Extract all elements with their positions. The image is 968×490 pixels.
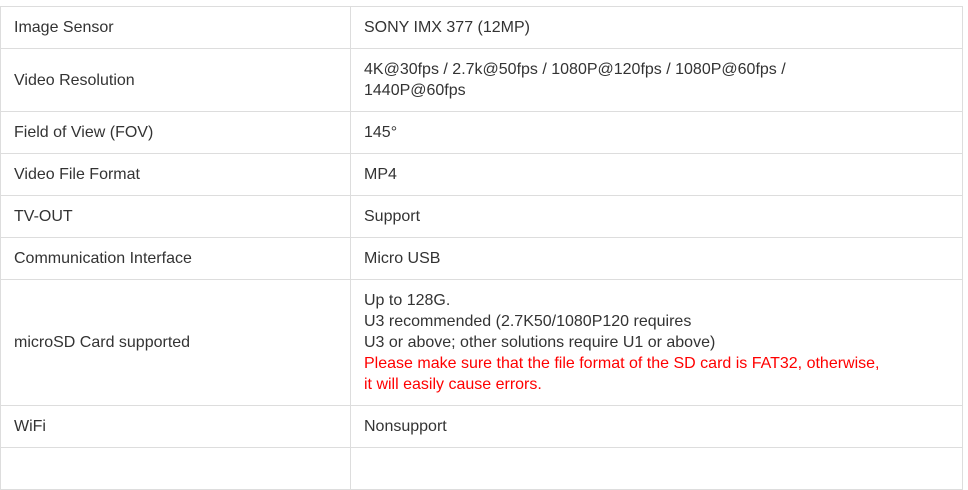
spec-label: Image Sensor (0, 6, 351, 49)
spec-label: microSD Card supported (0, 279, 351, 406)
table-row (0, 447, 963, 490)
spec-label: Video Resolution (0, 48, 351, 112)
table-row: Video Resolution 4K@30fps / 2.7k@50fps /… (0, 48, 963, 112)
spec-label: Field of View (FOV) (0, 111, 351, 154)
spec-label (0, 447, 351, 490)
sd-card-warning-text: Please make sure that the file format of… (364, 355, 880, 372)
spec-value-line: Up to 128G. (364, 292, 451, 309)
table-row: Video File Format MP4 (0, 153, 963, 196)
specifications-table: Image Sensor SONY IMX 377 (12MP) Video R… (0, 6, 963, 490)
spec-value-line: U3 recommended (2.7K50/1080P120 requires (364, 313, 692, 330)
spec-value (350, 447, 963, 490)
table-row: Communication Interface Micro USB (0, 237, 963, 280)
spec-label: WiFi (0, 405, 351, 448)
spec-value-line: 4K@30fps / 2.7k@50fps / 1080P@120fps / 1… (364, 61, 786, 78)
spec-value: 145° (350, 111, 963, 154)
spec-value-line: U3 or above; other solutions require U1 … (364, 334, 716, 351)
spec-value: 4K@30fps / 2.7k@50fps / 1080P@120fps / 1… (350, 48, 963, 112)
table-row: Image Sensor SONY IMX 377 (12MP) (0, 6, 963, 49)
table-row: microSD Card supported Up to 128G. U3 re… (0, 279, 963, 406)
spec-value: Micro USB (350, 237, 963, 280)
spec-value-line: 1440P@60fps (364, 82, 466, 99)
spec-value: MP4 (350, 153, 963, 196)
table-row: Field of View (FOV) 145° (0, 111, 963, 154)
spec-value: Support (350, 195, 963, 238)
spec-value: Nonsupport (350, 405, 963, 448)
spec-label: Video File Format (0, 153, 351, 196)
table-row: WiFi Nonsupport (0, 405, 963, 448)
spec-value: SONY IMX 377 (12MP) (350, 6, 963, 49)
sd-card-warning-text: it will easily cause errors. (364, 376, 542, 393)
spec-label: Communication Interface (0, 237, 351, 280)
spec-value: Up to 128G. U3 recommended (2.7K50/1080P… (350, 279, 963, 406)
table-row: TV-OUT Support (0, 195, 963, 238)
spec-label: TV-OUT (0, 195, 351, 238)
